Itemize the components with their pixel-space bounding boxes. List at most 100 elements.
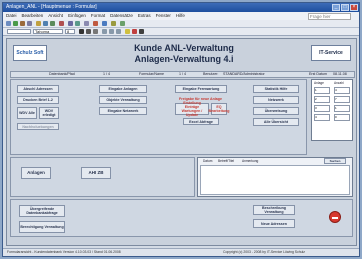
- filter-icon[interactable]: [75, 21, 80, 26]
- btn-netzwerk[interactable]: Netzwerk: [253, 96, 299, 104]
- btn-excel-abfrage[interactable]: Excel Abfrage: [183, 118, 219, 125]
- maximize-icon[interactable]: □: [341, 4, 349, 11]
- notes-header-betreff: Betreff/Titel: [218, 159, 235, 163]
- btn-eingabe-anlagen[interactable]: Eingabe Anlagen: [99, 85, 147, 93]
- btn-ahi-zb[interactable]: AHI ZB: [81, 167, 111, 179]
- cut-icon[interactable]: [36, 21, 41, 26]
- grid-header-anzahl: Anzahl: [334, 81, 344, 85]
- btn-eq-bearbeitung[interactable]: EQ Bearbeitung: [209, 103, 229, 115]
- italic-icon[interactable]: [86, 29, 91, 34]
- align-left-icon[interactable]: [102, 29, 107, 34]
- info-date-label: Erst Datum: [309, 72, 327, 76]
- menu-bearbeiten[interactable]: Bearbeiten: [22, 12, 44, 20]
- menu-datensaetze[interactable]: Datensätze: [110, 12, 133, 20]
- btn-objekte-verwaltung[interactable]: Objekte Verwaltung: [99, 96, 147, 104]
- menu-fenster[interactable]: Fenster: [156, 12, 171, 20]
- btn-eingabe-netzwerk[interactable]: Eingabe Netzwerk: [99, 107, 147, 115]
- status-left: Formularansicht - Kundendatenbank Versio…: [7, 250, 121, 254]
- btn-eingabe-fernwartung[interactable]: Eingabe Fernwartung: [175, 85, 227, 93]
- menu-einfuegen[interactable]: Einfügen: [68, 12, 86, 20]
- minimize-icon[interactable]: _: [332, 4, 340, 11]
- info-form-value: 1 / 4: [179, 72, 186, 76]
- info-bar: Datenbank/Pfad 1 / 4 Formular/Name 1 / 4…: [10, 71, 355, 78]
- btn-ueberweisung[interactable]: Überweisung: [253, 107, 299, 115]
- font-name-select[interactable]: Tahoma: [33, 29, 63, 34]
- btn-statistik-hilfe[interactable]: Statistik Hilfe: [253, 85, 299, 93]
- underline-icon[interactable]: [93, 29, 98, 34]
- align-center-icon[interactable]: [109, 29, 114, 34]
- window-controls: _ □ ×: [332, 4, 358, 11]
- grid-cell-key[interactable]: 2: [314, 96, 330, 103]
- btn-anlagen[interactable]: Anlagen: [21, 167, 51, 179]
- database-icon[interactable]: [102, 21, 107, 26]
- company-logo-left: Schulz Soft: [13, 45, 47, 61]
- btn-wdv-erledigt[interactable]: WDV erledigt: [39, 107, 59, 119]
- grid-cell-key[interactable]: 4: [314, 114, 330, 121]
- grid-cell-value[interactable]: 7: [334, 96, 350, 103]
- btn-drucken-brief[interactable]: Drucken Brief 1-2: [17, 96, 59, 104]
- new-object-icon[interactable]: [111, 21, 116, 26]
- window-title: Anlagen_ANL - [Hauptmenue : Formular]: [6, 4, 97, 10]
- help-icon[interactable]: [120, 21, 125, 26]
- btn-suchen[interactable]: Suchen: [324, 158, 346, 164]
- btn-nachholuebungen[interactable]: Nachholuebungen: [17, 123, 59, 130]
- font-size-select[interactable]: 8: [65, 29, 75, 34]
- info-form-label: Formular/Name: [139, 72, 164, 76]
- toolbar-standard: [3, 20, 359, 28]
- btn-neue-adressen[interactable]: Neue Adressen: [253, 219, 295, 228]
- undo-icon[interactable]: [59, 21, 64, 26]
- status-bar: Formularansicht - Kundendatenbank Versio…: [3, 248, 359, 256]
- info-db-value: 1 / 4: [103, 72, 110, 76]
- font-color-icon[interactable]: [132, 29, 137, 34]
- notes-header-anmerkung: Anmerkung: [242, 159, 259, 163]
- btn-abschl-adressen[interactable]: Abschl Adressen: [17, 85, 59, 93]
- grid-cell-value[interactable]: 4: [334, 87, 350, 94]
- status-right: Copyright (c) 2003 - 2008 by IT-Service …: [223, 250, 305, 254]
- delete-icon[interactable]: [93, 21, 98, 26]
- info-db-label: Datenbank/Pfad: [49, 72, 75, 76]
- title-bar: Anlagen_ANL - [Hauptmenue : Formular] _ …: [3, 3, 359, 12]
- grid-cell-value[interactable]: 1: [334, 105, 350, 112]
- grid-header-anlage: Anlage: [314, 81, 324, 85]
- print-icon[interactable]: [20, 21, 25, 26]
- menu-extras[interactable]: Extras: [138, 12, 151, 20]
- menu-bar: Datei Bearbeiten Ansicht Einfügen Format…: [3, 12, 359, 24]
- close-icon[interactable]: ×: [350, 4, 358, 11]
- btn-uebergreifende-abfrage[interactable]: Übergreifende Datenbankabfrage: [19, 205, 65, 217]
- summary-grid: Anlage Anzahl 1 4 2 7 3 1 4 0: [311, 79, 353, 141]
- fill-color-icon[interactable]: [125, 29, 130, 34]
- view-icon[interactable]: [6, 21, 11, 26]
- menu-hilfe[interactable]: Hilfe: [176, 12, 185, 20]
- grid-cell-key[interactable]: 1: [314, 87, 330, 94]
- menu-format[interactable]: Format: [91, 12, 105, 20]
- btn-alle-uebersicht[interactable]: Alle Übersicht: [253, 118, 299, 126]
- page-subtitle: Anlagen-Verwaltung 4.i: [134, 54, 234, 64]
- company-logo-right: IT-Service: [311, 45, 351, 61]
- grid-cell-value[interactable]: 0: [334, 114, 350, 121]
- info-user-value: STANDARD/Administrator: [223, 72, 265, 76]
- info-user-label: Benutzer:: [203, 72, 219, 76]
- notes-header-datum: Datum: [203, 159, 213, 163]
- line-color-icon[interactable]: [139, 29, 144, 34]
- align-right-icon[interactable]: [116, 29, 121, 34]
- help-search-input[interactable]: Frage hier eingeben: [308, 13, 351, 24]
- btn-erstellung-eintraege[interactable]: Erstellung Einträge Wartungen / Update: [175, 101, 209, 117]
- save-icon[interactable]: [13, 21, 18, 26]
- bold-icon[interactable]: [79, 29, 84, 34]
- sort-icon[interactable]: [68, 21, 73, 26]
- btn-berechtigung-verwaltung[interactable]: Berechtigung Verwaltung: [19, 221, 65, 233]
- btn-beschreibung-verwaltung[interactable]: Beschreibung Verwaltung: [253, 205, 295, 215]
- control-select[interactable]: [7, 29, 31, 34]
- info-date-value: 08.11.08: [333, 72, 347, 76]
- menu-datei[interactable]: Datei: [6, 12, 17, 20]
- paste-icon[interactable]: [50, 21, 55, 26]
- preview-icon[interactable]: [27, 21, 32, 26]
- notes-list[interactable]: [200, 165, 350, 195]
- copy-icon[interactable]: [43, 21, 48, 26]
- form-area: Schulz Soft Kunde ANL-Verwaltung Anlagen…: [6, 38, 357, 246]
- stop-close-icon[interactable]: [329, 211, 341, 223]
- menu-ansicht[interactable]: Ansicht: [48, 12, 63, 20]
- btn-wdv-alle[interactable]: WDV Alle: [17, 107, 37, 119]
- find-icon[interactable]: [84, 21, 89, 26]
- grid-cell-key[interactable]: 3: [314, 105, 330, 112]
